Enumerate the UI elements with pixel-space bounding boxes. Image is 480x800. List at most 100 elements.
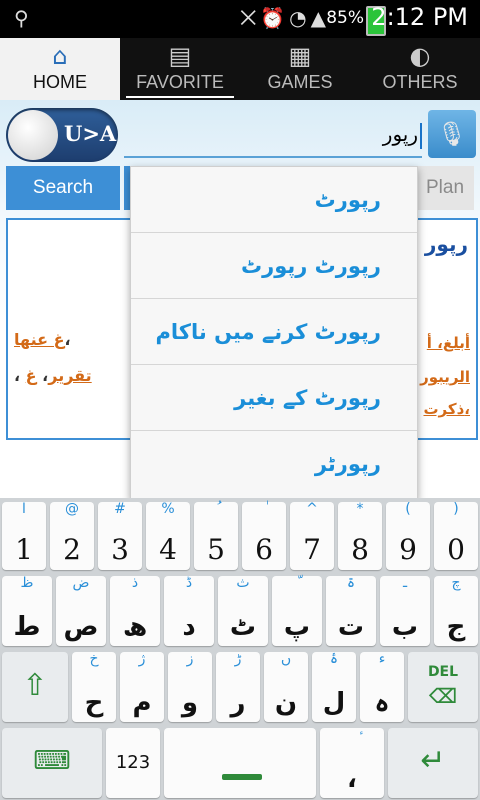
toggle-knob[interactable]: [8, 110, 58, 160]
pie-icon: ◐: [409, 42, 431, 70]
status-icons: ⨉⏰◔▲: [240, 6, 330, 30]
key-sub: %: [161, 501, 175, 517]
key-main: 1: [15, 533, 33, 566]
battery-percent: 85%: [326, 8, 364, 28]
key-noon[interactable]: ںن: [264, 652, 308, 722]
suggestion-item[interactable]: رپورٹ کے بغیر: [131, 365, 417, 431]
key-5[interactable]: ُ5: [194, 502, 238, 570]
key-sub: ں: [280, 651, 292, 667]
key-8[interactable]: * 8: [338, 502, 382, 570]
enter-arrow-icon: ↵: [420, 743, 446, 778]
key-pay[interactable]: ّپ: [272, 576, 322, 646]
key-main: 6: [255, 533, 273, 566]
key-3[interactable]: #3: [98, 502, 142, 570]
key-1[interactable]: ا1: [2, 502, 46, 570]
tab-others[interactable]: ◐ OTHERS: [360, 38, 480, 100]
suggestion-dropdown: رپورٹ رپورٹ رپورٹ رپورٹ کرنے میں ناکام ر…: [130, 166, 418, 500]
key-9[interactable]: (9: [386, 502, 430, 570]
home-icon: ⌂: [52, 42, 68, 70]
key-sub: ذ: [131, 575, 139, 591]
key-hay[interactable]: خح: [72, 652, 116, 722]
keyboard-row-3: ⇧ خح ژم زو ڑر ںن ۂل ءہ DEL ⌫: [0, 652, 480, 724]
key-saad[interactable]: ضص: [56, 576, 106, 646]
suggestion-item[interactable]: رپورٹ کرنے میں ناکام: [131, 299, 417, 365]
key-0[interactable]: ) 0: [434, 502, 478, 570]
numbers-key[interactable]: 123: [106, 728, 160, 798]
result-right-line3[interactable]: ذكرت،: [423, 400, 470, 418]
key-sub: ٰ: [242, 502, 286, 516]
key-main: و: [181, 688, 199, 718]
key-main: ب: [391, 612, 419, 642]
result-left-line1: غ عنها،: [14, 330, 71, 349]
key-gol-heh[interactable]: ءہ: [360, 652, 404, 722]
enter-key[interactable]: ↵: [388, 728, 478, 798]
key-sub: ژ: [138, 651, 146, 667]
toggle-label: U>A: [64, 121, 117, 146]
key-wao[interactable]: زو: [168, 652, 212, 722]
key-main: ھ: [122, 612, 148, 642]
key-sub: @: [65, 501, 79, 517]
key-main: ن: [274, 688, 298, 718]
key-daal[interactable]: ڈد: [164, 576, 214, 646]
key-main: 4: [159, 533, 177, 566]
delete-label: DEL: [427, 664, 459, 680]
tab-home-label: HOME: [33, 72, 87, 92]
key-main: ت: [337, 612, 365, 642]
key-sub: ز: [186, 651, 194, 667]
language-toggle[interactable]: U>A: [6, 108, 118, 162]
result-right-line2[interactable]: الريبور: [420, 368, 470, 386]
key-tay[interactable]: ۃت: [326, 576, 376, 646]
result-link[interactable]: تقرير: [48, 366, 91, 385]
delete-key[interactable]: DEL ⌫: [408, 652, 478, 722]
tab-favorite[interactable]: ▤ FAVORITE: [120, 38, 240, 100]
key-sub: *: [356, 501, 364, 517]
shift-key[interactable]: ⇧: [2, 652, 68, 722]
result-link[interactable]: غ: [26, 366, 37, 385]
key-sub: (: [405, 501, 411, 517]
suggestion-item[interactable]: رپورٹ: [131, 167, 417, 233]
key-laam[interactable]: ۂل: [312, 652, 356, 722]
key-6[interactable]: ٰ6: [242, 502, 286, 570]
key-2[interactable]: @2: [50, 502, 94, 570]
result-link[interactable]: غ عنها: [14, 330, 65, 349]
tab-others-label: OTHERS: [382, 72, 458, 92]
key-ttay[interactable]: ثٹ: [218, 576, 268, 646]
key-main: 2: [63, 533, 81, 566]
key-sub: خ: [89, 651, 99, 667]
search-button[interactable]: Search: [6, 166, 120, 210]
key-bay[interactable]: ـب: [380, 576, 430, 646]
key-sub: ـ: [402, 575, 408, 591]
key-7[interactable]: ^ 7: [290, 502, 334, 570]
tab-home[interactable]: ⌂ HOME: [0, 38, 120, 100]
key-sub: ظ: [20, 575, 34, 591]
key-meem[interactable]: ژم: [120, 652, 164, 722]
text-cursor: [420, 122, 422, 149]
key-jeem[interactable]: چج: [434, 576, 478, 646]
clipboard-icon: ▤: [168, 42, 192, 70]
tab-favorite-label: FAVORITE: [136, 72, 224, 92]
key-main: 7: [303, 533, 321, 566]
suggestion-item[interactable]: رپورٹ رپورٹ: [131, 233, 417, 299]
key-4[interactable]: % 4: [146, 502, 190, 570]
key-main: ر: [230, 688, 246, 718]
key-heh[interactable]: ذھ: [110, 576, 160, 646]
tab-games-label: GAMES: [267, 72, 333, 92]
search-input[interactable]: رپور: [124, 112, 422, 158]
comma-key[interactable]: ٔ ،: [320, 728, 384, 798]
key-sub: ث: [236, 575, 250, 591]
key-ray[interactable]: ڑر: [216, 652, 260, 722]
mic-button[interactable]: 🎙: [428, 110, 476, 158]
keyboard-icon: ⌨: [33, 746, 71, 776]
key-taa[interactable]: ظط: [2, 576, 52, 646]
result-right-line1[interactable]: أبلغ، أ: [427, 334, 470, 352]
tab-games[interactable]: ▦ GAMES: [240, 38, 360, 100]
keyboard-switch-key[interactable]: ⌨: [2, 728, 102, 798]
status-bar: ⚲ ⨉⏰◔▲ 85% 2:12 PM: [0, 0, 480, 38]
space-key[interactable]: [164, 728, 316, 798]
key-sub: چ: [451, 575, 461, 591]
suggestion-item[interactable]: رپورٹر: [131, 431, 417, 497]
key-main: پ: [283, 612, 311, 642]
key-sub: ُ: [194, 502, 238, 516]
keyboard-row-2: ظط ضص ذھ ڈد ثٹ ّپ ۃت ـب چج: [0, 576, 480, 648]
plan-button[interactable]: Plan: [416, 166, 474, 210]
